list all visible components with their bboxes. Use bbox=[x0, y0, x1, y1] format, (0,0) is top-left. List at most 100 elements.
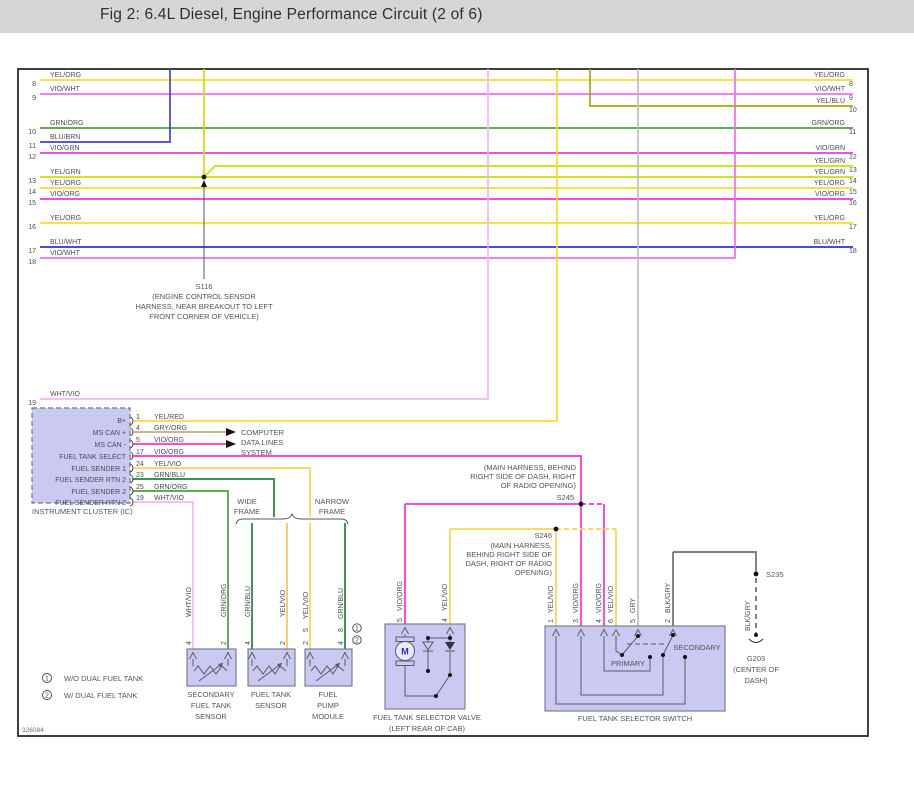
narrow-frame-label-1: NARROW bbox=[315, 497, 350, 506]
s116-note-1: (ENGINE CONTROL SENSOR bbox=[152, 292, 256, 301]
circled-1-text: 1 bbox=[355, 626, 359, 633]
computer-note-3: SYSTEM bbox=[241, 448, 272, 457]
col-label-grn-blu: GRN/BLU bbox=[245, 586, 252, 617]
left-label-16: YEL/ORG bbox=[50, 215, 81, 222]
left-pin-labels: YEL/ORG 8 VIO/WHT 9 GRN/ORG 10 BLU/BRN 1… bbox=[28, 72, 83, 407]
cluster-pin-wire-19: WHT/VIO bbox=[154, 495, 184, 502]
wire-yel-red bbox=[133, 69, 558, 422]
valve-label-2: (LEFT REAR OF CAB) bbox=[389, 724, 466, 733]
right-num-18: 18 bbox=[849, 248, 857, 255]
s116-label: S116 bbox=[196, 282, 213, 291]
left-label-18: VIO/WHT bbox=[50, 250, 81, 257]
s245-note-3: OF RADIO OPENING) bbox=[501, 481, 577, 490]
left-label-15: VIO/ORG bbox=[50, 191, 80, 198]
right-label-14: YEL/GRN bbox=[814, 169, 845, 176]
left-num-10: 10 bbox=[28, 129, 36, 136]
computer-note-1: COMPUTER bbox=[241, 428, 285, 437]
cluster-pin-wire-5: VIO/ORG bbox=[154, 437, 184, 444]
switch-pin3-wire: VIO/ORG bbox=[573, 583, 580, 613]
col-label-yel-vio: YEL/VIO bbox=[280, 589, 287, 617]
sensor-boxes bbox=[186, 648, 353, 687]
s116-dot bbox=[201, 174, 207, 180]
cluster-pin-wire-25: GRN/ORG bbox=[154, 484, 187, 491]
switch-secondary-label: SECONDARY bbox=[673, 643, 720, 652]
g203-label: G203 bbox=[747, 654, 765, 663]
switch-pin6-wire: YEL/VIO bbox=[608, 585, 615, 613]
s246-note-3: DASH, RIGHT OF RADIO bbox=[465, 559, 552, 568]
left-num-19: 19 bbox=[28, 400, 36, 407]
col-num-2b: 2 bbox=[280, 641, 287, 645]
valve-pin4-wire: YEL/VIO bbox=[442, 583, 449, 611]
right-label-12: VIO/GRN bbox=[815, 145, 845, 152]
cluster-pin-num-1: 1 bbox=[136, 414, 140, 421]
right-label-15: YEL/ORG bbox=[814, 180, 845, 187]
col-num-4b: 4 bbox=[245, 641, 252, 645]
narrow-frame-label-2: FRAME bbox=[319, 507, 345, 516]
right-label-17: YEL/ORG bbox=[814, 215, 845, 222]
switch-pin4-num: 4 bbox=[596, 619, 603, 623]
valve-pin5-num: 5 bbox=[397, 618, 404, 622]
switch-pin-labels: YEL/VIO 1 VIO/ORG 3 VIO/ORG 4 YEL/VIO 6 … bbox=[548, 582, 672, 623]
left-label-19: WHT/VIO bbox=[50, 391, 80, 398]
switch-pin2-num: 2 bbox=[665, 619, 672, 623]
instrument-cluster-label: INSTRUMENT CLUSTER (IC) bbox=[32, 507, 133, 516]
left-num-18: 18 bbox=[28, 259, 36, 266]
wire-row18 bbox=[40, 69, 736, 259]
valve-label-1: FUEL TANK SELECTOR VALVE bbox=[373, 713, 481, 722]
left-label-11: BLU/BRN bbox=[50, 134, 80, 141]
cluster-pin-wire-17: VIO/ORG bbox=[154, 449, 184, 456]
cluster-pin-num-4: 4 bbox=[136, 425, 140, 432]
footer-code: 326084 bbox=[22, 727, 44, 734]
cluster-pin-name-17: FUEL TANK SELECT bbox=[59, 454, 127, 461]
right-label-16: VIO/ORG bbox=[815, 191, 845, 198]
col-altnum-5: 5 bbox=[303, 628, 310, 632]
switch-pin5-num: 5 bbox=[630, 619, 637, 623]
switch-pin2-wire: BLK/GRY bbox=[665, 582, 672, 613]
box3-label-1: FUEL bbox=[318, 690, 337, 699]
valve-pin5-wire: VIO/ORG bbox=[397, 581, 404, 611]
box1-label-2: FUEL TANK bbox=[191, 701, 231, 710]
switch-label: FUEL TANK SELECTOR SWITCH bbox=[578, 714, 692, 723]
legend-1-sym: 1 bbox=[45, 676, 49, 683]
s245-note-2: RIGHT SIDE OF DASH, RIGHT bbox=[470, 472, 576, 481]
col-label-grn-blu-2: GRN/BLU bbox=[338, 588, 345, 619]
legend-1-text: W/O DUAL FUEL TANK bbox=[64, 674, 143, 683]
variant-markers: 1 2 bbox=[352, 623, 362, 645]
left-num-15: 15 bbox=[28, 200, 36, 207]
s116-arrow bbox=[201, 180, 207, 187]
cluster-pin-name-19: FUEL SENDER RTN 2 bbox=[55, 500, 126, 507]
cluster-pin-num-17: 17 bbox=[136, 449, 144, 456]
box1-label-1: SECONDARY bbox=[187, 690, 234, 699]
cluster-pin-num-19: 19 bbox=[136, 495, 144, 502]
right-num-14: 14 bbox=[849, 178, 857, 185]
left-num-13: 13 bbox=[28, 178, 36, 185]
cluster-pin-num-24: 24 bbox=[136, 461, 144, 468]
box2-label-1: FUEL TANK bbox=[251, 690, 291, 699]
switch-pin5-wire: GRY bbox=[630, 598, 637, 613]
g203-note-2: DASH) bbox=[744, 676, 768, 685]
right-num-12: 12 bbox=[849, 154, 857, 161]
col-label-wht-vio: WHT/VIO bbox=[186, 587, 193, 617]
left-num-9: 9 bbox=[32, 95, 36, 102]
col-num-4a: 4 bbox=[186, 641, 193, 645]
wide-frame-label-2: FRAME bbox=[234, 507, 260, 516]
cluster-pin-name-1: B+ bbox=[117, 418, 126, 425]
title-bar: Fig 2: 6.4L Diesel, Engine Performance C… bbox=[0, 0, 914, 33]
right-num-8: 8 bbox=[849, 81, 853, 88]
cluster-pin-wire-23: GRN/BLU bbox=[154, 472, 185, 479]
s116-note-3: FRONT CORNER OF VEHICLE) bbox=[149, 312, 259, 321]
switch-pin3-num: 3 bbox=[573, 619, 580, 623]
fuel-tank-selector-switch-box bbox=[544, 625, 726, 712]
ground-wire-label: BLK/GRY bbox=[745, 600, 752, 631]
right-num-17: 17 bbox=[849, 224, 857, 231]
switch-primary-label: PRIMARY bbox=[611, 659, 645, 668]
trunk-wires bbox=[40, 69, 853, 400]
s246-note-4: OPENING) bbox=[515, 568, 553, 577]
s245-dot bbox=[578, 501, 584, 507]
col-num-4c: 4 bbox=[338, 641, 345, 645]
left-label-12: VIO/GRN bbox=[50, 145, 80, 152]
left-num-11: 11 bbox=[29, 143, 36, 150]
left-label-9: VIO/WHT bbox=[50, 86, 81, 93]
cluster-pin-name-5: MS CAN - bbox=[95, 442, 127, 449]
wiring-diagram: S116 (ENGINE CONTROL SENSOR HARNESS, NEA… bbox=[17, 68, 869, 737]
